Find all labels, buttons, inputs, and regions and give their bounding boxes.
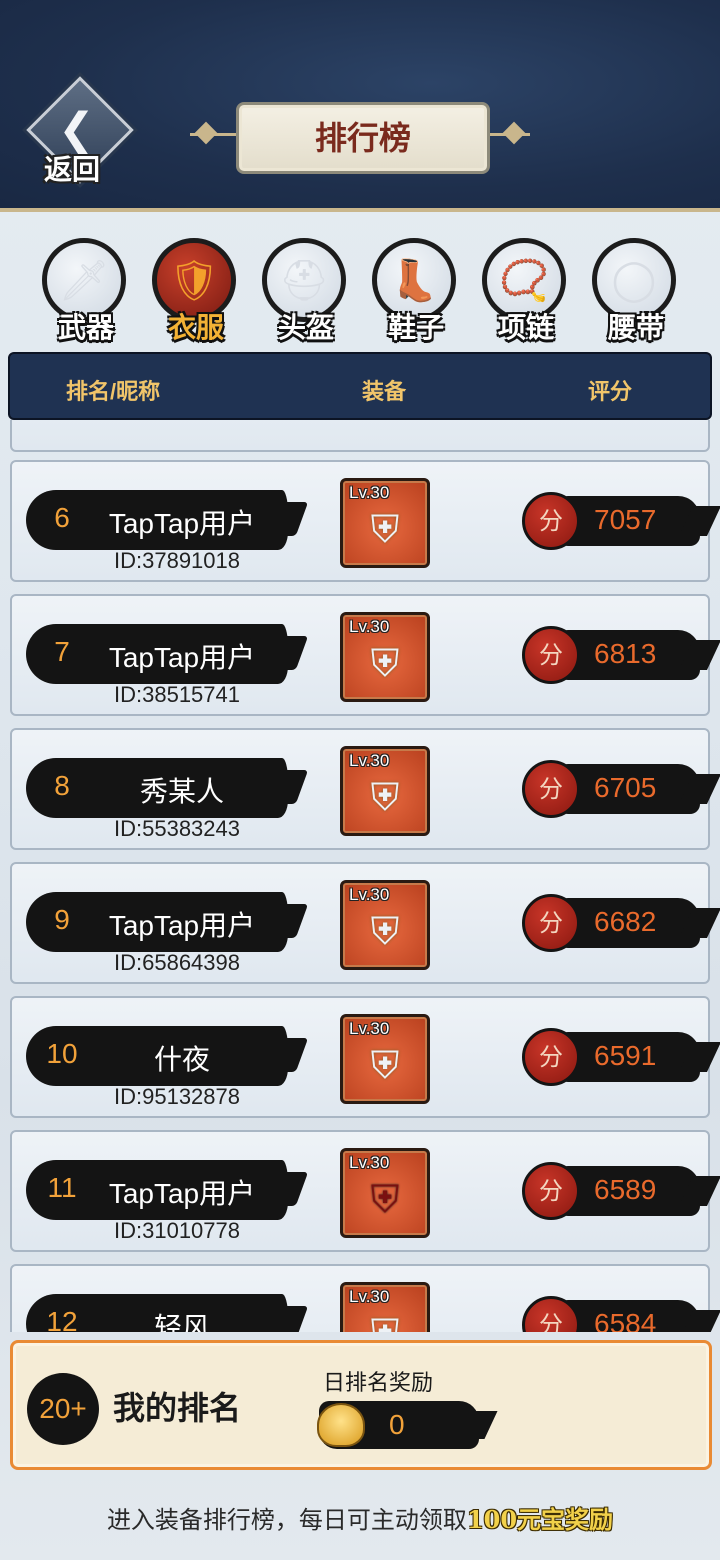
rank-number: 9 — [54, 904, 70, 935]
player-id: ID:55383243 — [114, 816, 240, 841]
score-badge: 分 — [522, 894, 580, 952]
tab-label: 武器 — [57, 311, 114, 344]
equipment-level: Lv.30 — [349, 1153, 390, 1172]
tab-label: 头盔 — [277, 311, 334, 344]
column-header-equipment: 装备 — [362, 379, 407, 404]
armor-icon: ⛨ — [370, 909, 400, 953]
tab-necklace[interactable]: 📿 项链 — [478, 236, 574, 346]
player-name: 秀某人 — [139, 776, 224, 807]
player-id: ID:95132878 — [114, 1084, 240, 1109]
player-name: 什夜 — [153, 1044, 210, 1075]
rank-number: 11 — [47, 1172, 77, 1203]
armor-icon: ⛨ — [370, 775, 400, 819]
equipment-slot[interactable]: Lv.30 ⛨ — [340, 1014, 430, 1104]
player-id: ID:31010778 — [114, 1218, 240, 1243]
my-rank-number: 20+ — [27, 1373, 99, 1445]
category-tabs: 🗡 武器 🛡 衣服 ⛑ 头盔 👢 鞋子 📿 项链 ◯ 腰带 — [0, 236, 720, 352]
equipment-slot[interactable]: Lv.30 ⛨ — [340, 880, 430, 970]
title-ornament-right-knob — [502, 121, 526, 145]
table-row[interactable]: 11 TapTap用户 ID:31010778 Lv.30 ⛨ 分 6589 — [10, 1130, 710, 1252]
equipment-level: Lv.30 — [349, 483, 390, 502]
rank-number: 7 — [54, 636, 70, 667]
player-id: ID:65864398 — [114, 950, 240, 975]
table-row[interactable]: 9 TapTap用户 ID:65864398 Lv.30 ⛨ 分 6682 — [10, 862, 710, 984]
equipment-slot[interactable]: Lv.30 ⛨ — [340, 478, 430, 568]
score-value: 7057 — [594, 504, 657, 535]
player-name: TapTap用户 — [108, 508, 256, 539]
back-label: 返回 — [44, 153, 101, 186]
score-value: 6584 — [594, 1308, 657, 1332]
red-armor-icon: ⛨ — [370, 1177, 400, 1221]
score-value: 6682 — [594, 906, 657, 937]
back-button[interactable]: ❮ 返回 — [26, 76, 134, 186]
page-title: 排行榜 — [236, 102, 490, 174]
equipment-level: Lv.30 — [349, 1019, 390, 1038]
table-row[interactable]: 10 什夜 ID:95132878 Lv.30 ⛨ 分 6591 — [10, 996, 710, 1118]
daily-reward-title: 日排名奖励 — [323, 1370, 434, 1395]
score-badge: 分 — [522, 1028, 580, 1086]
player-name: TapTap用户 — [108, 1178, 256, 1209]
score-value: 6591 — [594, 1040, 657, 1071]
score-badge: 分 — [522, 626, 580, 684]
table-row[interactable] — [10, 420, 710, 452]
table-header: 排名/昵称 装备 评分 — [8, 352, 712, 420]
equipment-slot[interactable]: Lv.30 ⛨ — [340, 612, 430, 702]
equipment-level: Lv.30 — [349, 751, 390, 770]
leaderboard-list[interactable]: 6 TapTap用户 ID:37891018 Lv.30 ⛨ 分 7057 7 … — [0, 420, 720, 1332]
daily-reward-value: 0 — [389, 1409, 405, 1440]
footer-note-text: 进入装备排行榜，每日可主动领取 — [106, 1506, 467, 1534]
armor-icon: ⛨ — [370, 1043, 400, 1087]
column-header-score: 评分 — [588, 379, 633, 404]
footer-note: 进入装备排行榜，每日可主动领取100元宝奖励 — [0, 1500, 720, 1535]
rank-number: 6 — [54, 502, 70, 533]
equipment-slot[interactable]: Lv.30 ⛨ — [340, 1282, 430, 1332]
tab-helmet[interactable]: ⛑ 头盔 — [258, 236, 354, 346]
equipment-level: Lv.30 — [349, 885, 390, 904]
armor-icon: ⛨ — [370, 507, 400, 551]
score-value: 6589 — [594, 1174, 657, 1205]
tab-label: 衣服 — [167, 311, 224, 344]
equipment-slot[interactable]: Lv.30 ⛨ — [340, 746, 430, 836]
gold-ingot-icon — [317, 1403, 365, 1447]
player-name: TapTap用户 — [108, 642, 256, 673]
tab-label: 腰带 — [607, 311, 664, 344]
score-value: 6813 — [594, 638, 657, 669]
rank-number: 12 — [46, 1306, 78, 1332]
top-bar: ❮ 返回 排行榜 — [0, 0, 720, 212]
tab-label: 项链 — [497, 311, 554, 344]
player-name: 轻风 — [153, 1312, 210, 1332]
score-value: 6705 — [594, 772, 657, 803]
table-row[interactable]: 12 轻风 Lv.30 ⛨ 分 6584 — [10, 1264, 710, 1332]
rank-number: 10 — [46, 1038, 78, 1069]
my-rank-label: 我的排名 — [113, 1389, 242, 1427]
score-badge: 分 — [522, 492, 580, 550]
column-header-rank: 排名/昵称 — [66, 379, 161, 404]
equipment-level: Lv.30 — [349, 617, 390, 636]
tab-belt[interactable]: ◯ 腰带 — [588, 236, 684, 346]
armor-icon: ⛨ — [343, 1311, 427, 1332]
table-row[interactable]: 7 TapTap用户 ID:38515741 Lv.30 ⛨ 分 6813 — [10, 594, 710, 716]
table-row[interactable]: 8 秀某人 ID:55383243 Lv.30 ⛨ 分 6705 — [10, 728, 710, 850]
rank-number: 8 — [54, 770, 70, 801]
player-id: ID:37891018 — [114, 548, 240, 573]
player-name: TapTap用户 — [108, 910, 256, 941]
score-badge: 分 — [522, 1162, 580, 1220]
tab-label: 鞋子 — [387, 311, 444, 344]
tab-clothing[interactable]: 🛡 衣服 — [148, 236, 244, 346]
equipment-level: Lv.30 — [349, 1287, 390, 1306]
tab-shoes[interactable]: 👢 鞋子 — [368, 236, 464, 346]
equipment-slot[interactable]: Lv.30 ⛨ — [340, 1148, 430, 1238]
title-ornament-left-knob — [194, 121, 218, 145]
footer-note-highlight: 100元宝奖励 — [466, 1505, 614, 1534]
tab-weapon[interactable]: 🗡 武器 — [38, 236, 134, 346]
my-rank-panel: 20+ 我的排名 日排名奖励 0 — [10, 1340, 712, 1470]
armor-icon: ⛨ — [370, 641, 400, 685]
table-row[interactable]: 6 TapTap用户 ID:37891018 Lv.30 ⛨ 分 7057 — [10, 460, 710, 582]
player-id: ID:38515741 — [114, 682, 240, 707]
score-badge: 分 — [522, 760, 580, 818]
